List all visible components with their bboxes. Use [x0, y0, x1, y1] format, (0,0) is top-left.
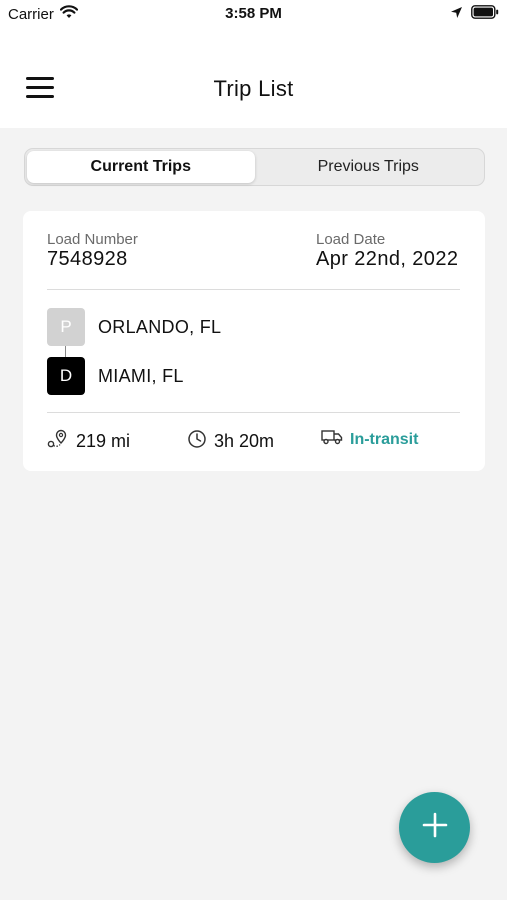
- load-number-value: 7548928: [47, 248, 128, 270]
- distance-value: 219 mi: [76, 431, 131, 451]
- tab-current-trips[interactable]: Current Trips: [27, 151, 255, 183]
- pickup-stop: P ORLANDO, FL: [47, 308, 221, 346]
- clock-icon: [187, 429, 207, 454]
- dropoff-city: MIAMI, FL: [98, 365, 184, 386]
- distance-stat: 219 mi: [47, 429, 130, 454]
- status-time: 3:58 PM: [225, 5, 282, 22]
- trip-tabs: Current Trips Previous Trips: [24, 148, 485, 186]
- pickup-city: ORLANDO, FL: [98, 316, 222, 337]
- tab-previous-trips[interactable]: Previous Trips: [255, 151, 483, 183]
- card-divider-bottom: [47, 412, 460, 413]
- battery-icon: [471, 5, 499, 23]
- load-date-label: Load Date: [316, 231, 386, 248]
- page-title: Trip List: [213, 76, 294, 101]
- trip-status: In-transit: [321, 429, 418, 450]
- trip-stats: 219 mi 3h 20m In-transit: [47, 429, 460, 455]
- pickup-badge: P: [47, 308, 85, 346]
- card-divider-top: [47, 289, 460, 290]
- truck-icon: [321, 429, 343, 450]
- status-bar-right: [450, 5, 499, 23]
- duration-stat: 3h 20m: [187, 429, 274, 454]
- plus-icon: [422, 812, 448, 843]
- location-arrow-icon: [450, 6, 463, 23]
- load-number-label: Load Number: [47, 231, 138, 248]
- status-bar: Carrier 3:58 PM: [0, 0, 507, 30]
- map-pin-route-icon: [47, 429, 69, 454]
- duration-value: 3h 20m: [214, 431, 275, 451]
- trip-status-label: In-transit: [350, 430, 419, 448]
- navigation-bar: Trip List: [0, 30, 507, 128]
- dropoff-stop: D MIAMI, FL: [47, 357, 184, 395]
- trip-card[interactable]: Load Number 7548928 Load Date Apr 22nd, …: [23, 211, 485, 471]
- load-number-block: Load Number 7548928: [47, 231, 138, 271]
- dropoff-badge: D: [47, 357, 85, 395]
- load-date-value: Apr 22nd, 2022: [316, 248, 459, 270]
- load-date-block: Load Date Apr 22nd, 2022: [316, 231, 458, 271]
- add-trip-button[interactable]: [399, 792, 470, 863]
